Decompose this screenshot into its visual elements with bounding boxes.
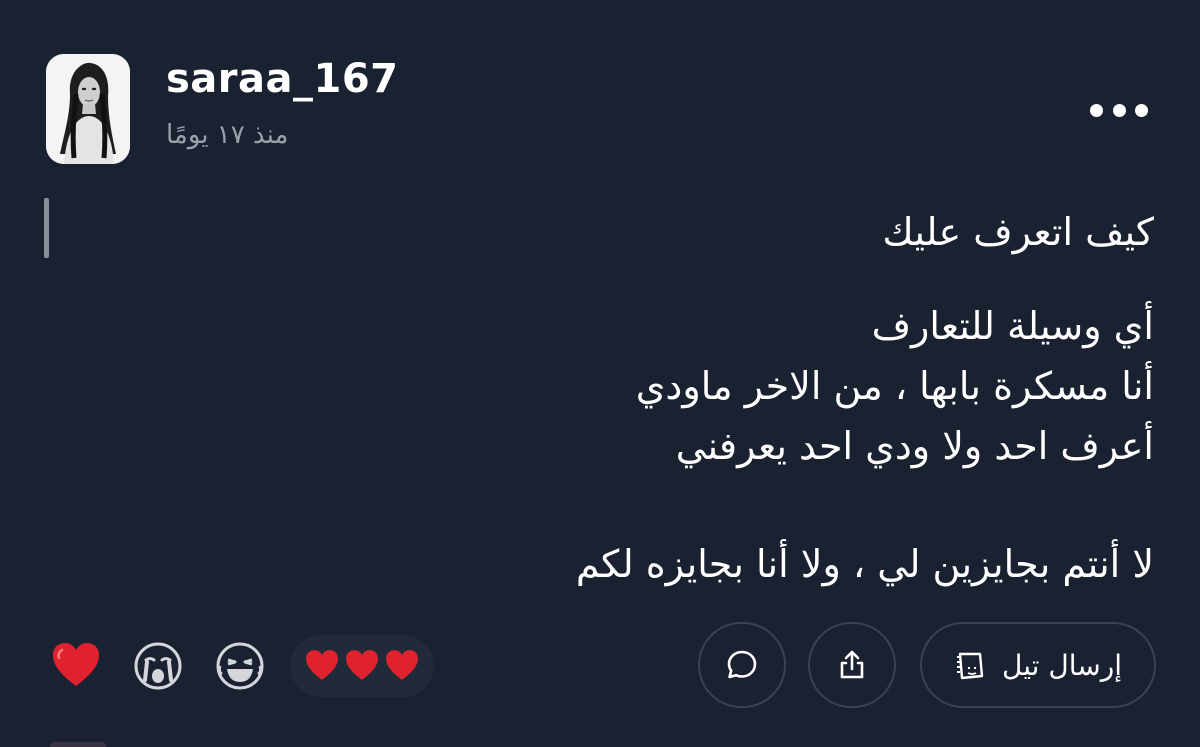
reaction-cry-button[interactable] [126, 634, 190, 698]
share-button[interactable] [808, 622, 896, 708]
avatar[interactable] [46, 54, 130, 164]
username[interactable]: saraa_167 [166, 56, 399, 102]
reactions-bar [44, 630, 434, 702]
next-post-edge [50, 742, 106, 747]
more-dot-icon [1112, 103, 1126, 117]
quote-indicator [44, 198, 49, 258]
post-text-line: أعرف احد ولا ودي احد يعرفني [675, 424, 1154, 468]
red-heart-icon [346, 650, 378, 680]
post-text-line: لا أنتم بجايزين لي ، ولا أنا بجايزه لكم [575, 542, 1154, 586]
post-card: saraa_167 منذ ١٧ يومًا كيف اتعرف عليك أي… [0, 0, 1200, 747]
more-options-button[interactable] [1082, 90, 1156, 130]
send-til-label: إرسال تيل [1002, 648, 1122, 682]
share-icon [840, 650, 864, 679]
reaction-heart-button[interactable] [44, 634, 108, 698]
send-til-button[interactable]: إرسال تيل [920, 622, 1156, 708]
note-icon [957, 652, 984, 680]
post-text-line: أنا مسكرة بابها ، من الاخر ماودي [635, 364, 1154, 408]
more-dot-icon [1135, 103, 1148, 117]
profile-photo [46, 54, 130, 164]
red-heart-icon [53, 643, 99, 686]
post-text-title: كيف اتعرف عليك [882, 210, 1154, 254]
post-timestamp: منذ ١٧ يومًا [166, 120, 289, 150]
crying-face-icon [134, 642, 182, 690]
more-dot-icon [1090, 103, 1103, 117]
post-text-line: أي وسيلة للتعارف [871, 304, 1154, 348]
comment-button[interactable] [698, 622, 786, 708]
red-heart-icon [386, 650, 418, 680]
laughing-face-icon [216, 642, 264, 690]
comment-bubble-icon [727, 650, 757, 679]
red-heart-icon [306, 650, 338, 680]
reaction-hearts-group[interactable] [290, 635, 434, 697]
reaction-laugh-button[interactable] [208, 634, 272, 698]
